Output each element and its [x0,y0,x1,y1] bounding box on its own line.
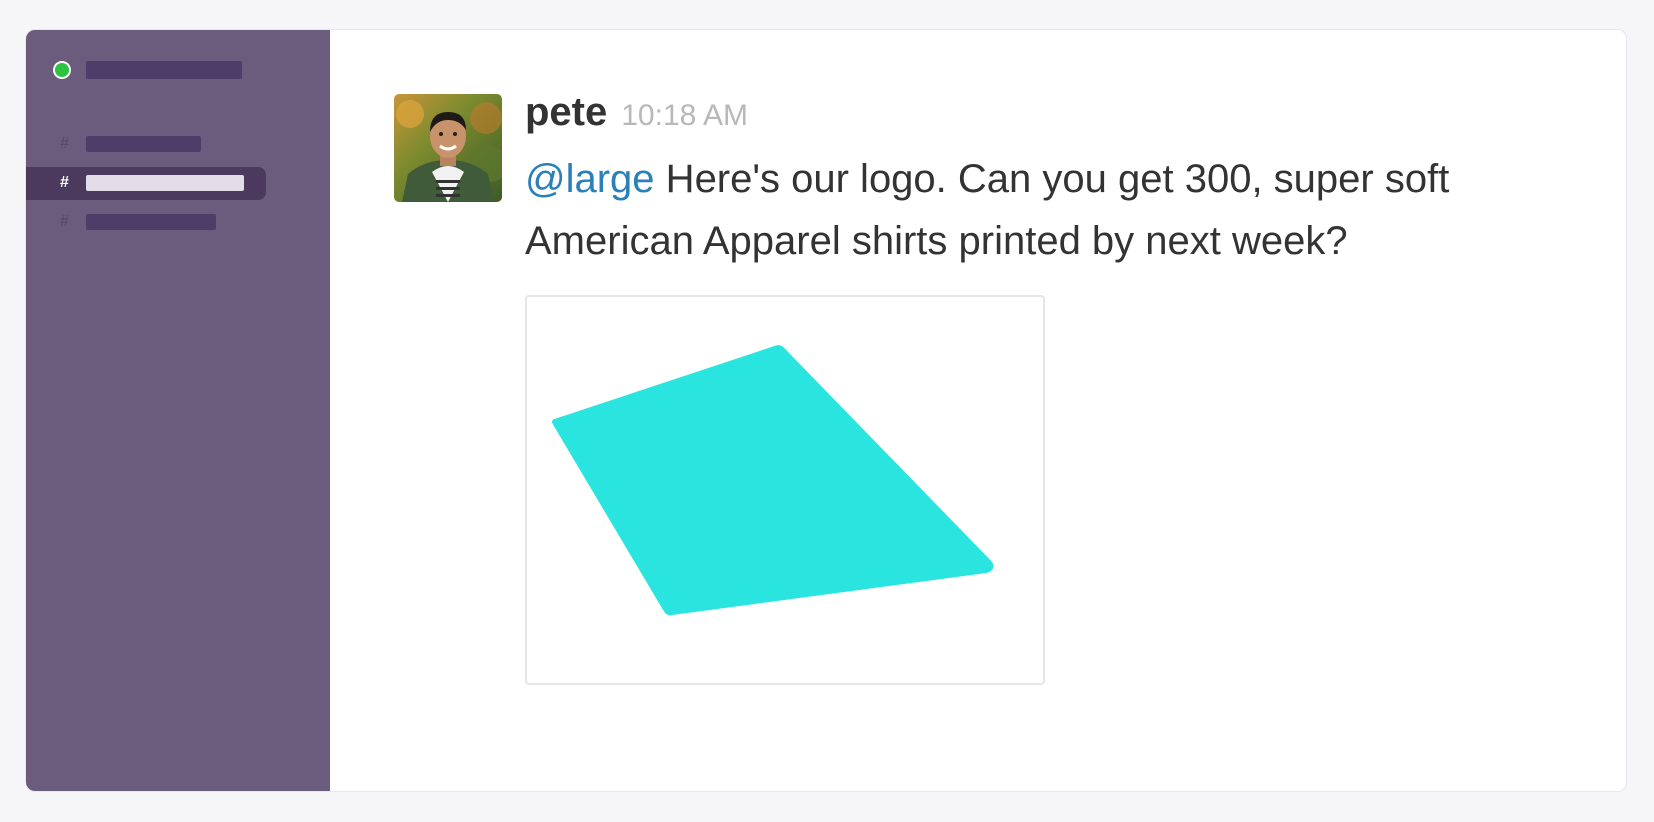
channel-hash-icon: # [60,213,69,230]
channel-name-redacted [86,175,244,191]
user-avatar[interactable] [394,94,502,202]
channel-hash-icon: # [60,174,69,191]
message-header: pete 10:18 AM [525,90,748,134]
message-body: @large Here's our logo. Can you get 300,… [525,148,1545,272]
sidebar-channel-1[interactable]: # [26,128,266,161]
team-header[interactable] [26,59,330,81]
message-author[interactable]: pete [525,90,607,134]
presence-status-icon [55,63,69,77]
message-pane: pete 10:18 AM @large Here's our logo. Can… [330,30,1626,791]
message-timestamp[interactable]: 10:18 AM [621,99,748,132]
channel-hash-icon: # [60,135,69,152]
sidebar-channel-3[interactable]: # [26,206,266,239]
sidebar: # # # [26,30,330,791]
message-text: Here's our logo. Can you get 300, super … [525,157,1450,263]
app-window: # # # pete 10:18 AM @large Here's our lo… [26,30,1626,791]
user-mention-link[interactable]: @large [525,157,655,201]
channel-name-redacted [86,136,201,152]
image-attachment[interactable] [525,295,1045,685]
user-photo-avatar-icon [394,94,502,202]
channel-name-redacted [86,214,216,230]
team-name-redacted [86,61,242,79]
logo-image-icon [552,345,994,616]
sidebar-channel-2-active[interactable]: # [26,167,266,200]
